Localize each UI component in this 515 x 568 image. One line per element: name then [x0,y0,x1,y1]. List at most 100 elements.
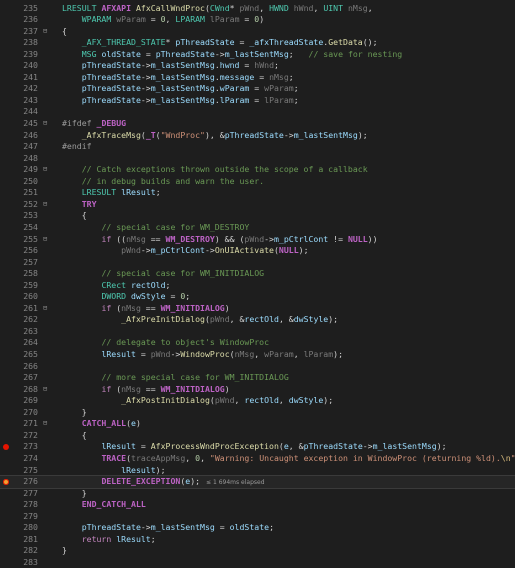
code-token: ; [293,94,299,105]
code-line[interactable]: 260 DWORD dwStyle = 0; [0,291,515,303]
line-number: 254 [23,221,38,232]
code-line[interactable]: 253 { [0,210,515,222]
code-token: ) [224,302,230,313]
line-number: 275 [23,464,38,475]
code-line[interactable]: 256 pWnd->m_pCtrlCont->OnUIActivate(NULL… [0,245,515,257]
code-line[interactable]: 243 pThreadState->m_lastSentMsg.lParam =… [0,95,515,107]
code-line[interactable]: 247 #endif [0,141,515,153]
code-token: AfxCallWndProc [135,2,205,13]
fold-toggle-icon[interactable]: ⊟ [43,164,53,176]
code-line[interactable]: 278 END_CATCH_ALL [0,499,515,511]
fold-toggle-icon[interactable]: ⊟ [43,26,53,38]
code-line[interactable]: 262 _AfxPreInitDialog(pWnd, &rectOld, &d… [0,314,515,326]
code-line[interactable]: 269 _AfxPostInitDialog(pWnd, rectOld, dw… [0,395,515,407]
code-line[interactable]: 264 // delegate to object's WindowProc [0,337,515,349]
code-line[interactable]: 267 // more special case for WM_INITDIAL… [0,372,515,384]
fold-toggle-icon[interactable]: ⊟ [43,199,53,211]
code-line[interactable]: 252 ⊟ TRY [0,199,515,211]
code-line[interactable]: 254 // special case for WM_DESTROY [0,222,515,234]
code-line[interactable]: 249 ⊟ // Catch exceptions thrown outside … [0,164,515,176]
code-line[interactable]: 246 _AfxTraceMsg(_T("WndProc"), &pThread… [0,130,515,142]
line-number: 281 [23,533,38,544]
code-line[interactable]: 251 LRESULT lResult; [0,187,515,199]
code-token: OnUIActivate [214,245,274,256]
code-line[interactable]: 277 } [0,488,515,500]
code-line[interactable]: 241 pThreadState->m_lastSentMsg.message … [0,72,515,84]
code-line[interactable]: 275 lResult); [0,465,515,477]
code-token: nMsg [234,349,255,359]
code-line[interactable]: 240 pThreadState->m_lastSentMsg.hwnd = h… [0,60,515,72]
code-token: NULL [278,245,299,256]
code-token: = [165,291,181,302]
code-line[interactable]: 266 [0,361,515,373]
code-line[interactable]: 255 ⊟ if ((nMsg == WM_DESTROY) && (pWnd->… [0,234,515,246]
code-text: // special case for WM_DESTROY [62,222,249,234]
code-line[interactable]: 276 DELETE_EXCEPTION(e); ≤ 1 694ms elapse… [0,475,515,489]
fold-toggle-icon[interactable]: ⊟ [43,118,53,130]
code-token: hwnd [219,60,240,71]
code-text: END_CATCH_ALL [62,499,146,511]
code-token: _AFX_THREAD_STATE [81,37,166,48]
code-line[interactable]: 238 _AFX_THREAD_STATE* pThreadState = _a… [0,37,515,49]
breakpoint-icon[interactable] [3,444,9,451]
code-line[interactable]: 282} [0,545,515,557]
code-line[interactable]: 237 ⊟ { [0,26,515,38]
code-token: )) [367,233,378,244]
code-token: pThreadState [81,60,141,71]
code-line[interactable]: 261 ⊟ if (nMsg == WM_INITDIALOG) [0,303,515,315]
code-line[interactable]: 235 LRESULT AFXAPI AfxCallWndProc(CWnd* p… [0,3,515,15]
code-line[interactable]: 279 [0,511,515,523]
code-line[interactable]: 274 TRACE(traceAppMsg, 0, "Warning: Unca… [0,453,515,465]
code-line[interactable]: 259 CRect rectOld; [0,280,515,292]
fold-toggle-icon[interactable]: ⊟ [43,384,53,396]
fold-toggle-icon[interactable]: ⊟ [43,303,53,315]
code-line[interactable]: 258 // special case for WM_INITDIALOG [0,268,515,280]
code-token: m_lastSentMsg [150,83,215,94]
code-token: m_lastSentMsg [372,441,437,452]
code-line[interactable]: 271 ⊟ CATCH_ALL(e) [0,418,515,430]
code-text: LRESULT AFXAPI AfxCallWndProc(CWnd* pWnd… [62,3,373,15]
code-line[interactable]: 265 lResult = pWnd->WindowProc(nMsg, wPa… [0,349,515,361]
code-text: pThreadState->m_lastSentMsg.hwnd = hWnd; [62,60,279,72]
line-number: 282 [23,545,38,556]
breakpoint-icon[interactable] [3,479,9,486]
code-line[interactable]: 272 { [0,430,515,442]
code-text: pThreadState->m_lastSentMsg.wParam = wPa… [62,83,299,95]
code-line[interactable]: 236 WPARAM wParam = 0, LPARAM lParam = 0… [0,14,515,26]
code-token: , & [288,441,304,452]
code-line[interactable]: 268 ⊟ if (nMsg == WM_INITDIALOG) [0,384,515,396]
code-line[interactable]: 263 [0,326,515,338]
code-line[interactable]: 281 return lResult; [0,534,515,546]
code-editor[interactable]: 235 LRESULT AFXAPI AfxCallWndProc(CWnd* p… [0,0,515,567]
code-line[interactable]: 244 [0,106,515,118]
code-token: DWORD [101,291,127,302]
code-line[interactable]: 245 ⊟ #ifdef _DEBUG [0,118,515,130]
code-line[interactable]: 270 } [0,407,515,419]
fold-toggle-icon[interactable]: ⊟ [43,418,53,430]
code-line[interactable]: 250 // in debug builds and warn the user… [0,176,515,188]
code-token: , & [229,314,245,325]
line-number: 280 [23,522,38,533]
code-line[interactable]: 239 MSG oldState = pThreadState->m_lastS… [0,49,515,61]
code-token: ( [111,302,122,313]
line-number: 251 [23,187,38,198]
code-token: pWnd [214,395,235,406]
line-number: 261 [23,302,38,313]
line-number: 241 [23,71,38,82]
perf-tip[interactable]: ≤ 1 694ms elapsed [206,479,264,486]
code-token: UINT [323,2,344,13]
code-line[interactable]: 283 [0,557,515,568]
code-token: // in debug builds and warn the user. [81,175,265,186]
line-number: 273 [23,441,38,452]
code-line[interactable]: 242 pThreadState->m_lastSentMsg.wParam =… [0,83,515,95]
code-line[interactable]: 273 lResult = AfxProcessWndProcException… [0,441,515,453]
code-token: oldState [229,522,270,533]
fold-toggle-icon[interactable]: ⊟ [43,234,53,246]
code-line[interactable]: 248 [0,153,515,165]
code-token: , [254,349,265,359]
code-line[interactable]: 257 [0,257,515,269]
code-line[interactable]: 280 pThreadState->m_lastSentMsg = oldSta… [0,522,515,534]
